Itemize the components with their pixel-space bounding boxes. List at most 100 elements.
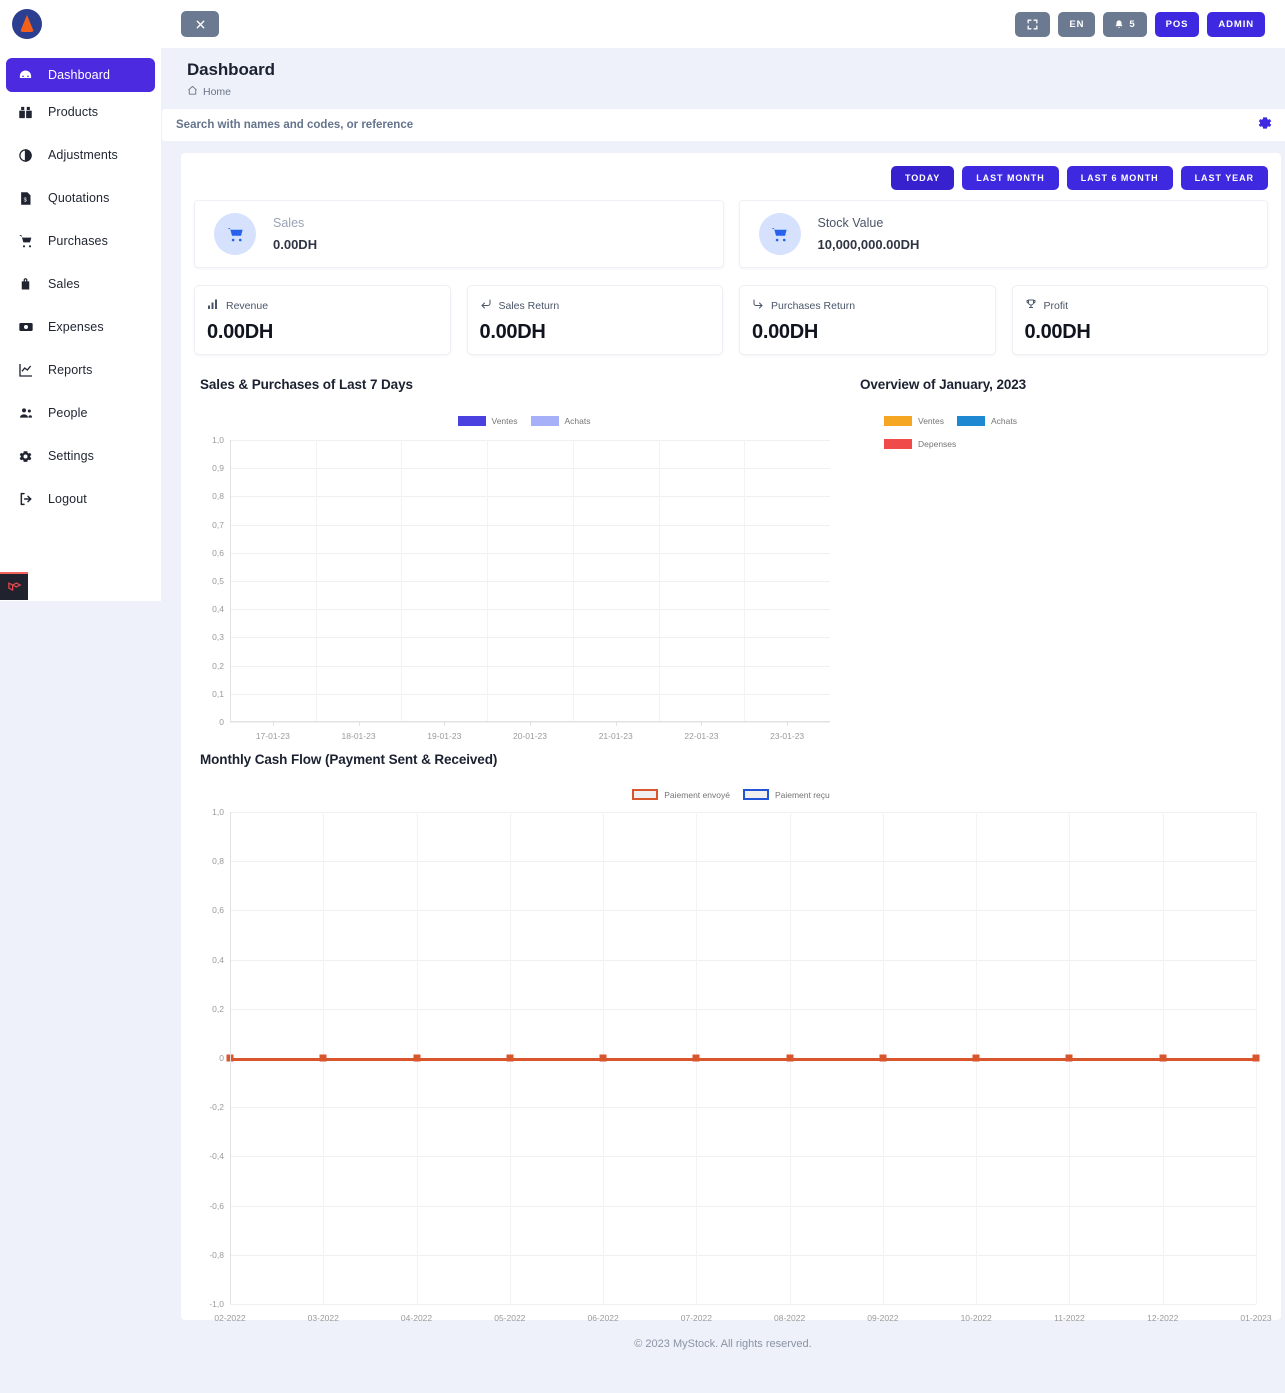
gridline [230,609,830,611]
admin-button[interactable]: ADMIN [1207,11,1265,37]
x-tick-label: 02-2022 [214,1313,246,1323]
gridline [230,812,1256,813]
app-logo[interactable] [0,0,161,48]
data-point-marker[interactable] [879,1054,887,1062]
legend-swatch [632,789,659,800]
x-tickmark [530,722,531,726]
close-sidebar-icon[interactable] [181,11,219,37]
metric-value: 0.00DH [752,321,819,343]
legend-item[interactable]: Depenses [884,439,956,449]
card-value: 0.00DH [273,237,318,252]
fullscreen-button[interactable] [1015,11,1051,37]
data-point-marker[interactable] [1252,1054,1260,1062]
home-icon [187,85,198,99]
gridline [230,861,1256,863]
data-point-marker[interactable] [786,1054,794,1062]
data-point-marker[interactable] [972,1054,980,1062]
sidebar-item-products[interactable]: Products [6,95,155,129]
y-tick-label: 0,9 [212,463,224,474]
gridline [230,665,830,667]
search-settings-button[interactable] [1245,109,1285,141]
legend-item[interactable]: Ventes [884,416,944,426]
data-point-marker[interactable] [1159,1054,1167,1062]
x-tick-label: 07-2022 [680,1313,712,1323]
card-label: Sales [273,216,305,230]
x-tick-label: 05-2022 [494,1313,526,1323]
x-tick-label: 06-2022 [587,1313,619,1323]
filter-button-today[interactable]: TODAY [890,166,955,190]
x-tickmark [701,722,703,726]
sidebar-item-quotations[interactable]: $ Quotations [6,181,155,215]
search-bar [161,109,1285,141]
bell-icon [1114,19,1124,30]
x-axis [230,721,830,722]
sidebar-item-label: Logout [48,492,87,506]
data-point-marker[interactable] [599,1054,607,1062]
data-point-marker[interactable] [506,1054,514,1062]
laravel-debugbar-icon[interactable] [0,572,28,600]
x-tick-label: 17-01-23 [255,731,290,741]
pos-label: POS [1165,18,1189,30]
overview-donut-plot [854,449,1268,699]
gridline [230,910,1256,912]
sidebar-item-adjustments[interactable]: Adjustments [6,138,155,172]
notifications-button[interactable]: 5 [1103,11,1147,37]
x-tickmark [358,722,360,726]
sales-card: Sales 0.00DH [194,200,724,268]
sidebar-item-reports[interactable]: Reports [6,353,155,387]
filter-button-last-month[interactable]: LAST MONTH [962,166,1059,190]
topbar-actions: EN 5 POS ADMIN [1015,11,1265,37]
legend-swatch [742,789,769,800]
settings-icon [18,449,40,464]
legend-swatch [884,439,912,449]
reports-icon [18,362,40,378]
y-tick-label: -0,6 [209,1200,224,1211]
sidebar-item-sales[interactable]: Sales [6,267,155,301]
sidebar-item-label: Settings [48,449,94,463]
gridline [230,1008,1256,1010]
y-tick-label: -0,2 [209,1102,224,1113]
language-button[interactable]: EN [1058,11,1096,37]
x-tick-label: 10-2022 [960,1313,992,1323]
sidebar-item-purchases[interactable]: Purchases [6,224,155,258]
gridline [230,552,830,554]
gridline [230,1156,1256,1158]
charts-row: Sales & Purchases of Last 7 Days Ventes A… [194,377,1268,741]
vertical-gridline [658,440,660,722]
legend-item[interactable]: Achats [530,416,591,426]
return-arrow-icon [480,298,492,313]
breadcrumb-label: Home [203,86,232,98]
legend-item[interactable]: Ventes [457,416,518,426]
y-tick-label: 0,6 [212,547,224,558]
filter-button-last-year[interactable]: LAST YEAR [1180,166,1268,190]
pos-button[interactable]: POS [1154,11,1200,37]
search-input[interactable] [162,109,1245,141]
page-title: Dashboard [187,60,275,79]
admin-label: ADMIN [1218,18,1254,30]
data-point-marker[interactable] [1065,1054,1073,1062]
filter-button-last-6-month[interactable]: LAST 6 MONTH [1066,166,1173,190]
data-point-marker[interactable] [692,1054,700,1062]
overview-legend: Ventes Achats Depenses [884,416,1064,449]
sidebar-item-people[interactable]: People [6,396,155,430]
cart-icon [758,213,801,255]
y-tick-label: -1,0 [209,1299,224,1309]
sidebar-item-dashboard[interactable]: Dashboard [6,58,155,92]
vertical-gridline [401,440,403,722]
data-point-marker[interactable] [413,1054,421,1062]
sidebar-item-settings[interactable]: Settings [6,439,155,473]
y-tick-label: 0,2 [212,1003,224,1014]
data-point-marker[interactable] [319,1054,327,1062]
legend-item[interactable]: Paiement reçu [742,789,830,800]
quotations-icon: $ [18,191,40,206]
sidebar-item-expenses[interactable]: Expenses [6,310,155,344]
x-tick-label: 23-01-23 [770,731,805,741]
forward-arrow-icon [752,298,764,313]
legend-item[interactable]: Achats [957,416,1017,426]
x-tick-label: 11-2022 [1054,1313,1085,1323]
legend-item[interactable]: Paiement envoyé [632,789,730,800]
gridline [230,637,830,639]
gridline [230,1205,1256,1207]
sidebar-item-logout[interactable]: Logout [6,482,155,516]
bar-chart-icon [207,298,219,313]
